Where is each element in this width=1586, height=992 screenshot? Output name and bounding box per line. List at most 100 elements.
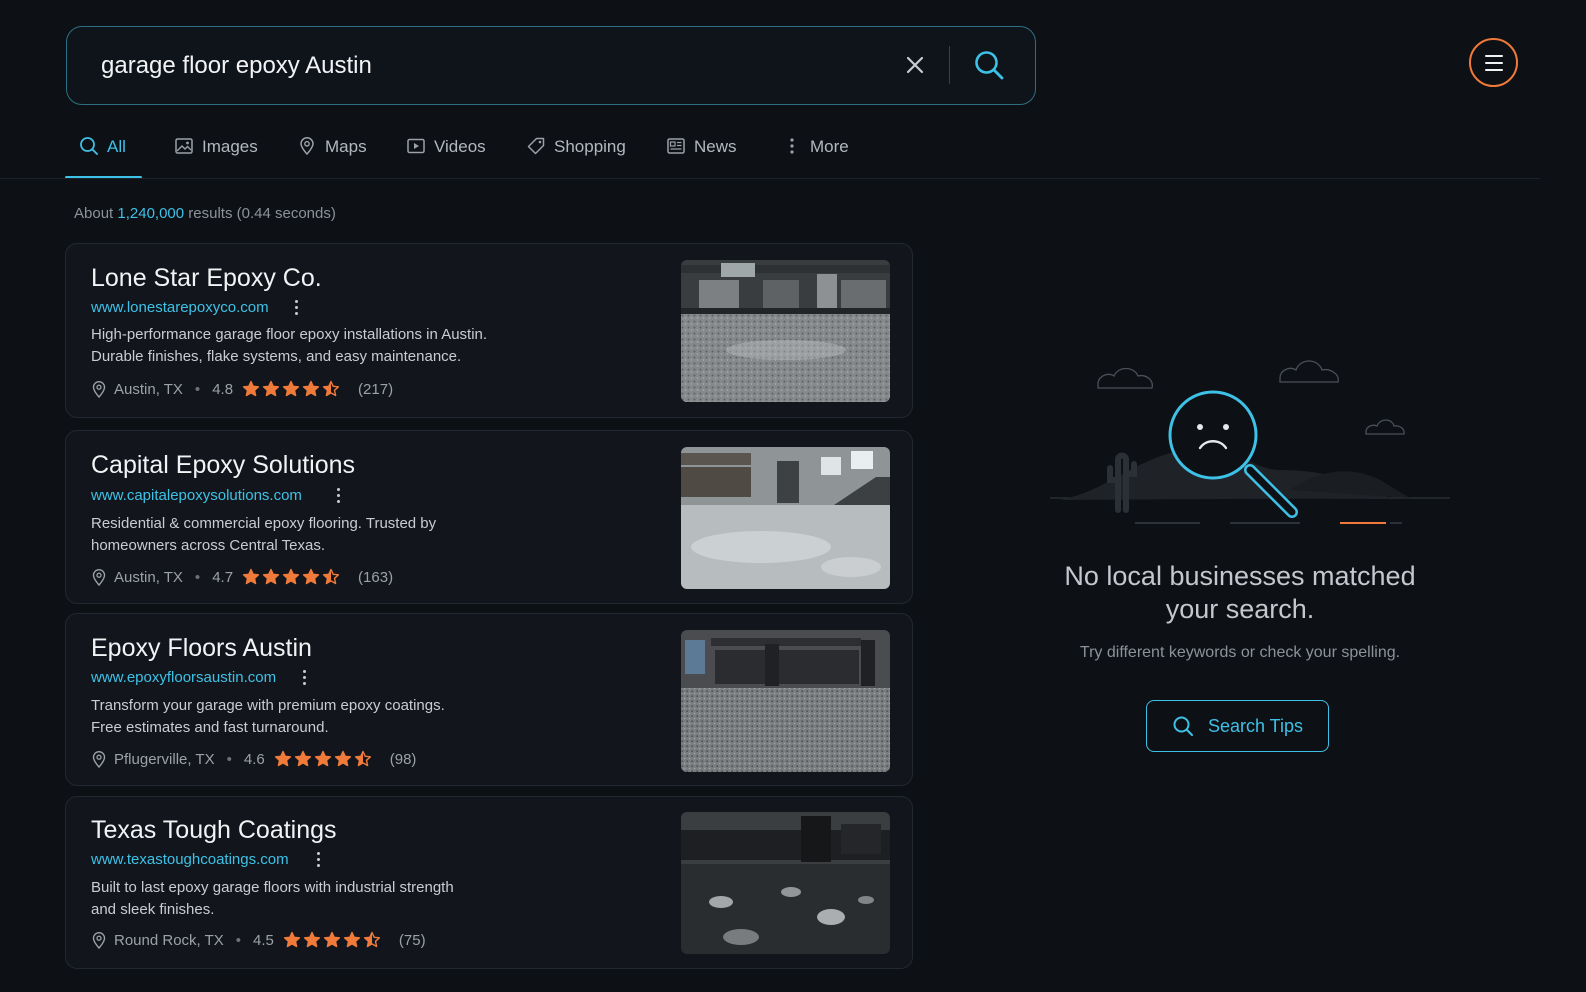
search-icon[interactable] [973, 49, 1005, 81]
star-full-icon [334, 750, 351, 767]
result-card[interactable]: Capital Epoxy Solutions www.capitalepoxy… [65, 430, 913, 604]
search-tips-button[interactable]: Search Tips [1146, 700, 1329, 752]
result-options-icon[interactable] [333, 487, 343, 505]
tab-shopping[interactable]: Shopping [526, 128, 626, 178]
result-count: 1,240,000 [117, 205, 185, 222]
result-rating: 4.5 [253, 931, 274, 949]
star-full-icon [274, 750, 291, 767]
result-meta: Round Rock, TX • 4.5 (75) [91, 929, 426, 951]
result-description: Residential & commercial epoxy flooring.… [91, 515, 437, 554]
result-description: Built to last epoxy garage floors with i… [91, 879, 454, 918]
close-icon[interactable] [903, 53, 927, 77]
star-full-icon [242, 380, 260, 397]
star-full-icon [262, 568, 280, 585]
result-rating: 4.8 [212, 380, 234, 398]
search-bar-divider [949, 46, 950, 84]
result-review-count: (75) [398, 931, 426, 949]
result-meta: Austin, TX • 4.8 (217) [91, 378, 393, 400]
star-full-icon [303, 931, 321, 948]
tab-label: Maps [325, 137, 367, 156]
result-rating: 4.7 [212, 568, 234, 586]
more-vertical-icon [790, 138, 794, 154]
result-options-icon[interactable] [291, 299, 301, 317]
result-stats: About 1,240,000 results (0.44 seconds) [74, 205, 336, 222]
result-thumbnail[interactable] [681, 812, 890, 954]
result-url[interactable]: www.texastoughcoatings.com [91, 851, 289, 868]
result-url[interactable]: www.capitalepoxysolutions.com [91, 487, 302, 504]
empty-state-subtitle: Try different keywords or check your spe… [1079, 644, 1401, 661]
tab-label: Images [202, 137, 258, 156]
tab-label: More [810, 137, 849, 156]
result-location: Austin, TX [114, 380, 183, 398]
result-thumbnail[interactable] [681, 260, 890, 402]
search-icon [80, 137, 98, 155]
search-icon [1173, 716, 1194, 737]
result-url[interactable]: www.lonestarepoxyco.com [91, 299, 269, 316]
star-half-icon [322, 568, 340, 585]
star-full-icon [302, 380, 320, 397]
tab-more[interactable]: More [782, 128, 849, 178]
result-title[interactable]: Lone Star Epoxy Co. [91, 264, 322, 293]
tab-maps[interactable]: Maps [297, 128, 367, 178]
star-full-icon [314, 750, 331, 767]
star-full-icon [242, 568, 260, 585]
location-pin-icon [92, 932, 106, 949]
location-pin-icon [92, 751, 106, 768]
result-title[interactable]: Capital Epoxy Solutions [91, 451, 355, 480]
result-card[interactable]: Texas Tough Coatings www.texastoughcoati… [65, 796, 913, 969]
star-full-icon [302, 568, 320, 585]
tab-all[interactable]: All [79, 128, 126, 178]
result-description: High-performance garage floor epoxy inst… [91, 326, 488, 365]
star-full-icon [343, 931, 361, 948]
star-full-icon [283, 931, 301, 948]
result-card[interactable]: Epoxy Floors Austin www.epoxyfloorsausti… [65, 613, 913, 786]
result-review-count: (217) [358, 380, 394, 398]
result-review-count: (163) [358, 568, 394, 586]
star-rating [283, 931, 383, 949]
result-review-count: (98) [389, 750, 417, 768]
menu-button[interactable] [1469, 38, 1518, 87]
search-tips-label: Search Tips [1207, 715, 1304, 736]
tag-icon [527, 137, 545, 155]
star-full-icon [282, 380, 300, 397]
result-thumbnail[interactable] [681, 447, 890, 589]
empty-state-title: No local businesses matched your search. [1064, 561, 1416, 624]
result-rating: 4.6 [243, 750, 265, 768]
tab-videos[interactable]: Videos [406, 128, 486, 178]
tab-images[interactable]: Images [174, 128, 258, 178]
sad-magnifier-illustration [1050, 360, 1450, 524]
search-input[interactable] [101, 27, 861, 104]
tab-label: Videos [434, 137, 486, 156]
star-half-icon [322, 380, 340, 397]
tab-label: All [107, 137, 126, 156]
result-title[interactable]: Epoxy Floors Austin [91, 634, 312, 663]
star-full-icon [294, 750, 311, 767]
result-location: Round Rock, TX [114, 931, 224, 949]
location-pin-icon [92, 381, 106, 398]
result-thumbnail[interactable] [681, 630, 890, 772]
result-card[interactable]: Lone Star Epoxy Co. www.lonestarepoxyco.… [65, 243, 913, 418]
star-rating [274, 750, 374, 768]
video-icon [407, 138, 425, 154]
tab-news[interactable]: News [666, 128, 737, 178]
result-url[interactable]: www.epoxyfloorsaustin.com [91, 669, 276, 686]
search-bar [66, 26, 1036, 105]
newspaper-icon [667, 138, 685, 154]
result-options-icon[interactable] [313, 851, 323, 869]
tabs-divider [0, 178, 1540, 179]
result-meta: Pflugerville, TX • 4.6 (98) [91, 748, 416, 770]
result-options-icon[interactable] [299, 669, 309, 687]
result-title[interactable]: Texas Tough Coatings [91, 816, 337, 845]
location-pin-icon [92, 569, 106, 586]
star-half-icon [354, 750, 371, 767]
tab-label: Shopping [554, 137, 626, 156]
result-location: Pflugerville, TX [114, 750, 215, 768]
star-half-icon [363, 931, 381, 948]
result-location: Austin, TX [114, 568, 183, 586]
star-full-icon [323, 931, 341, 948]
tab-label: News [694, 137, 737, 156]
star-full-icon [282, 568, 300, 585]
result-description: Transform your garage with premium epoxy… [91, 697, 445, 736]
star-full-icon [262, 380, 280, 397]
result-meta: Austin, TX • 4.7 (163) [91, 566, 393, 588]
